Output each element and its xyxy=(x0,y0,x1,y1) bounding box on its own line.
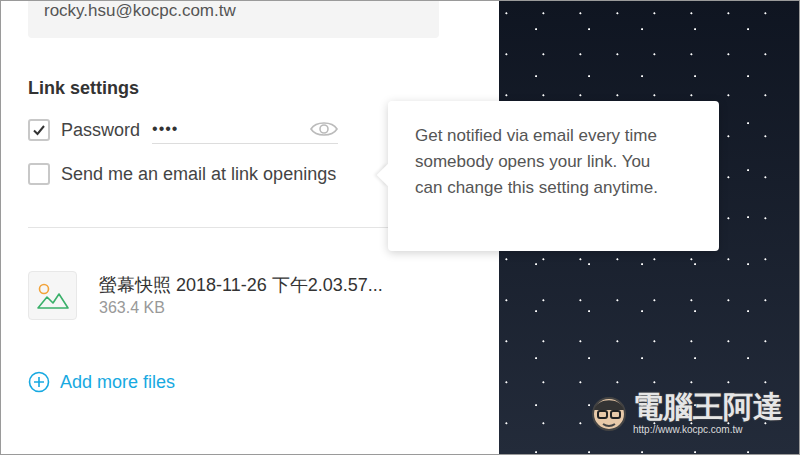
check-icon xyxy=(32,123,46,137)
file-row: 螢幕快照 2018-11-26 下午2.03.57...363.4 KB xyxy=(28,271,472,320)
tooltip-text: Get notified via email every time somebo… xyxy=(415,123,680,201)
checkbox[interactable] xyxy=(28,119,50,141)
option-label[interactable]: Send me an email at link openings xyxy=(61,161,336,188)
mascot-face-icon xyxy=(589,393,629,433)
watermark-title: 電腦王阿達 xyxy=(633,390,783,424)
watermark: 電腦王阿達http://www.kocpc.com.tw xyxy=(589,390,783,436)
link-settings-title: Link settings xyxy=(28,76,472,100)
file-size: 363.4 KB xyxy=(99,297,383,319)
tooltip: Get notified via email every time somebo… xyxy=(388,101,719,251)
email-value: rocky.hsu@kocpc.com.tw xyxy=(44,1,236,21)
add-more-files[interactable]: Add more files xyxy=(28,370,472,394)
file-name: 螢幕快照 2018-11-26 下午2.03.57... xyxy=(99,273,383,297)
eye-icon[interactable] xyxy=(310,120,338,138)
option-label[interactable]: Password xyxy=(61,117,140,144)
image-file-icon xyxy=(28,271,77,320)
plus-circle-icon xyxy=(28,371,50,393)
password-field[interactable]: •••• xyxy=(152,117,338,144)
checkbox[interactable] xyxy=(28,163,50,185)
password-value: •••• xyxy=(152,117,178,141)
screen: rocky.hsu@kocpc.com.tw Link settings Passw… xyxy=(0,0,800,455)
watermark-url: http://www.kocpc.com.tw xyxy=(633,424,742,436)
email-field[interactable]: rocky.hsu@kocpc.com.tw xyxy=(28,1,439,38)
